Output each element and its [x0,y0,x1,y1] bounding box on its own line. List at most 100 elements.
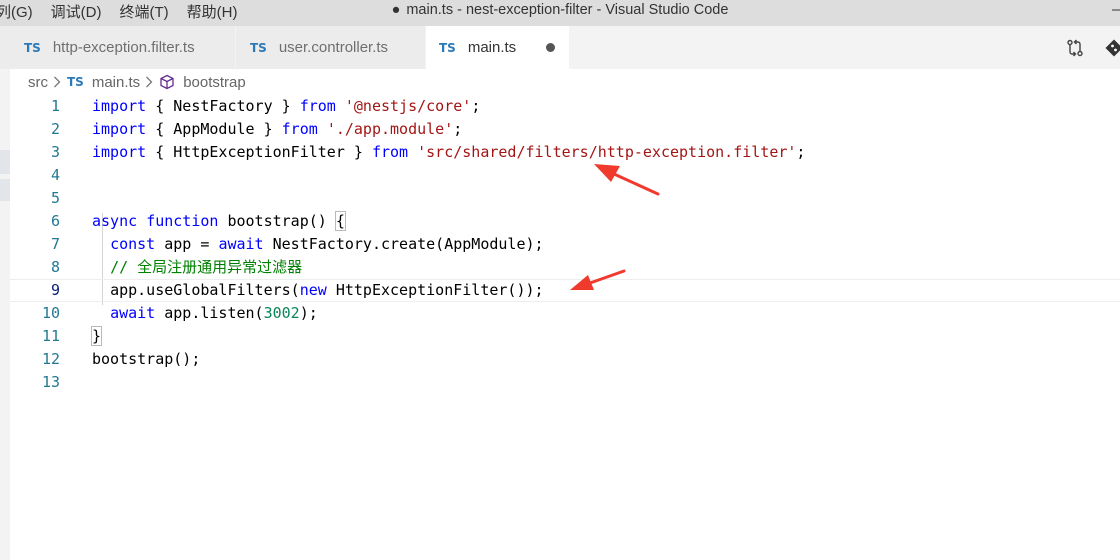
token: 3002 [263,304,300,322]
line-content: app.useGlobalFilters(new HttpExceptionFi… [92,279,544,302]
code-line[interactable]: 13 [10,371,1120,394]
line-content: // 全局注册通用异常过滤器 [92,256,302,279]
chevron-right-icon [53,76,61,88]
tab-main-ts[interactable]: TS main.ts [426,26,570,69]
code-comment: // 全局注册通用异常过滤器 [110,258,303,276]
line-number: 12 [41,350,60,368]
token: 'src/shared/filters/http-exception.filte… [417,143,797,161]
method-cube-icon [159,74,175,90]
token: { [155,97,165,115]
token: ; [471,97,481,115]
line-content: await app.listen(3002); [92,302,318,325]
matching-brace: } [90,326,103,346]
token: } [263,120,273,138]
token: bootstrap(); [92,350,201,368]
window-title: ● main.ts - nest-exception-filter - Visua… [0,0,1120,20]
token: app.listen( [164,304,264,322]
line-content: } [90,325,103,348]
line-number: 9 [50,281,60,299]
token: new [299,281,327,299]
line-number: 11 [41,327,60,345]
token: NestFactory.create(AppModule); [272,235,544,253]
line-number: 6 [50,212,60,230]
editor-actions [1046,26,1120,69]
tab-label: main.ts [467,39,517,56]
token: ; [796,143,806,161]
breadcrumb-symbol[interactable]: bootstrap [183,74,246,91]
token: import [92,97,147,115]
line-content: bootstrap(); [92,348,200,371]
token: function [146,212,219,230]
unsaved-changes-dot[interactable] [546,43,556,52]
code-line[interactable]: 12 bootstrap(); [10,348,1120,371]
code-editor[interactable]: 1 import { NestFactory } from '@nestjs/c… [10,95,1120,560]
breadcrumb-file[interactable]: main.ts [92,74,140,91]
matching-brace: { [334,211,346,231]
line-content: const app = await NestFactory.create(App… [92,233,544,256]
typescript-icon: TS [24,40,41,55]
token: NestFactory [173,97,273,115]
code-line[interactable]: 8 // 全局注册通用异常过滤器 [10,256,1120,279]
typescript-icon: TS [439,40,456,55]
code-line[interactable]: 5 [10,187,1120,210]
tab-user-controller[interactable]: TS user.controller.ts [236,26,426,69]
code-line[interactable]: 2 import { AppModule } from './app.modul… [10,118,1120,141]
line-content: async function bootstrap() { [92,210,346,233]
token: { [155,120,165,138]
tab-label: http-exception.filter.ts [52,39,195,56]
typescript-icon: TS [250,40,267,55]
token: './app.module' [326,120,454,138]
token: HttpExceptionFilter()); [335,281,544,299]
breadcrumb-folder[interactable]: src [28,74,48,91]
source-control-compare-icon[interactable] [1066,39,1084,57]
token: ; [453,120,463,138]
tab-http-exception-filter[interactable]: TS http-exception.filter.ts [0,26,236,69]
code-line[interactable]: 4 [10,164,1120,187]
token: async [92,212,138,230]
token: HttpExceptionFilter [173,143,345,161]
code-line[interactable]: 1 import { NestFactory } from '@nestjs/c… [10,95,1120,118]
line-number: 8 [50,258,60,276]
breadcrumb: src TS main.ts bootstrap [28,70,246,94]
line-number: 13 [41,373,60,391]
token: } [353,143,363,161]
token: import [92,143,147,161]
token: from [281,120,318,138]
token: app = [164,235,219,253]
unsaved-dot: ● [391,2,401,18]
line-number: 10 [41,304,60,322]
token: { [155,143,165,161]
line-number: 2 [50,120,60,138]
token: AppModule [173,120,255,138]
line-number: 3 [50,143,60,161]
code-line[interactable]: 7 const app = await NestFactory.create(A… [10,233,1120,256]
token: import [92,120,147,138]
line-content: import { HttpExceptionFilter } from 'src… [92,141,805,164]
tab-label: user.controller.ts [278,39,389,56]
minimize-icon[interactable] [1110,0,1120,23]
window-title-text: main.ts - nest-exception-filter - Visual… [406,2,729,18]
code-line[interactable]: 3 import { HttpExceptionFilter } from 's… [10,141,1120,164]
token: bootstrap() [227,212,336,230]
token: app.useGlobalFilters( [110,281,300,299]
left-panel-edge [0,69,10,560]
editor-tab-bar: TS http-exception.filter.ts TS user.cont… [0,26,1120,69]
code-line[interactable]: 11 } [10,325,1120,348]
title-bar: 列(G) 调试(D) 终端(T) 帮助(H) ● main.ts - nest-e… [0,0,1120,26]
git-icon[interactable] [1104,38,1120,58]
line-number: 5 [50,189,60,207]
chevron-right-icon [145,76,153,88]
token: await [110,304,156,322]
token: ); [299,304,318,322]
code-line-current[interactable]: 9 app.useGlobalFilters(new HttpException… [10,279,1120,302]
token: } [281,97,291,115]
line-content: import { NestFactory } from '@nestjs/cor… [92,95,480,118]
line-number: 4 [50,166,60,184]
code-line[interactable]: 6 async function bootstrap() { [10,210,1120,233]
line-content: import { AppModule } from './app.module'… [92,118,462,141]
line-number: 7 [50,235,60,253]
token: from [299,97,336,115]
code-line[interactable]: 10 await app.listen(3002); [10,302,1120,325]
token: '@nestjs/core' [344,97,472,115]
token: const [110,235,156,253]
